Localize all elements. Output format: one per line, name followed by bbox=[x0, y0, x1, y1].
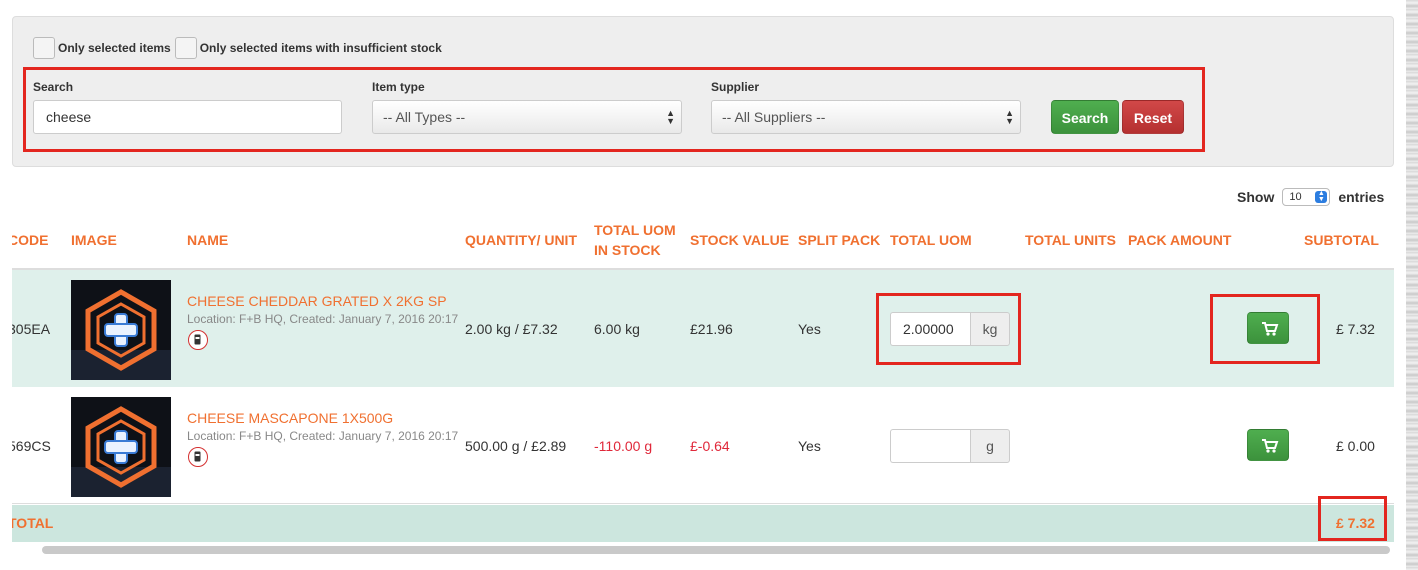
subtotal: £ 0.00 bbox=[1336, 438, 1375, 454]
item-meta: Location: F+B HQ, Created: January 7, 20… bbox=[187, 312, 459, 326]
stock-value: £-0.64 bbox=[690, 438, 730, 454]
stock-value: £21.96 bbox=[690, 321, 733, 337]
add-to-cart-button[interactable] bbox=[1247, 312, 1289, 344]
table-row: 305EA CHEESE CHEDDAR GRATED X 2KG SP Loc… bbox=[12, 270, 1394, 387]
column-pack-amount[interactable]: PACK AMOUNT bbox=[1128, 230, 1231, 250]
supplier-value: -- All Suppliers -- bbox=[722, 109, 826, 125]
total-uom-in-stock: 6.00 kg bbox=[594, 321, 640, 337]
column-total-units[interactable]: TOTAL UNITS bbox=[1025, 230, 1116, 250]
entries-select[interactable]: 10 ▲ ▼ bbox=[1282, 188, 1331, 206]
item-thumbnail[interactable] bbox=[71, 280, 171, 380]
item-thumbnail[interactable] bbox=[71, 397, 171, 497]
column-total-uom[interactable]: TOTAL UOM bbox=[890, 230, 972, 250]
total-uom-input-group: g bbox=[890, 429, 1010, 463]
quantity-unit: 2.00 kg / £7.32 bbox=[465, 321, 558, 337]
item-meta: Location: F+B HQ, Created: January 7, 20… bbox=[187, 429, 459, 443]
search-input[interactable]: cheese bbox=[33, 100, 342, 134]
item-type-value: -- All Types -- bbox=[383, 109, 466, 125]
window-edge bbox=[1406, 0, 1418, 570]
subtotal: £ 7.32 bbox=[1336, 321, 1375, 337]
total-uom-input-group: 2.00000 kg bbox=[890, 312, 1010, 346]
horizontal-scrollbar[interactable] bbox=[42, 546, 1390, 554]
reset-button[interactable]: Reset bbox=[1122, 100, 1184, 134]
filter-panel: Only selected items Only selected items … bbox=[12, 16, 1394, 167]
column-split-pack[interactable]: SPLIT PACK bbox=[798, 230, 880, 250]
column-name[interactable]: NAME bbox=[187, 230, 228, 250]
total-label: TOTAL bbox=[12, 515, 54, 531]
item-status-icon[interactable] bbox=[188, 447, 208, 467]
item-name-link[interactable]: CHEESE CHEDDAR GRATED X 2KG SP bbox=[187, 293, 447, 309]
only-selected-checkbox[interactable] bbox=[33, 37, 55, 59]
column-stock-value[interactable]: STOCK VALUE bbox=[690, 230, 789, 250]
up-down-arrows-icon: ▲ ▼ bbox=[1315, 190, 1328, 203]
supplier-select[interactable]: -- All Suppliers -- ▲ ▼ bbox=[711, 100, 1021, 134]
search-button[interactable]: Search bbox=[1051, 100, 1119, 134]
items-table: CODE IMAGE NAME QUANTITY/ UNIT TOTAL UOM… bbox=[12, 218, 1394, 542]
item-name-link[interactable]: CHEESE MASCAPONE 1X500G bbox=[187, 410, 393, 426]
up-down-arrows-icon: ▲ ▼ bbox=[1005, 108, 1014, 126]
column-quantity-unit[interactable]: QUANTITY/ UNIT bbox=[465, 230, 577, 250]
add-to-cart-button[interactable] bbox=[1247, 429, 1289, 461]
total-value: £ 7.32 bbox=[1336, 515, 1375, 531]
column-total-uom-in-stock-line1: TOTAL UOM bbox=[594, 222, 676, 238]
only-selected-label: Only selected items bbox=[58, 41, 171, 55]
entries-label: entries bbox=[1338, 189, 1385, 205]
item-type-select[interactable]: -- All Types -- ▲ ▼ bbox=[372, 100, 682, 134]
uom-unit-addon: kg bbox=[970, 312, 1010, 346]
total-uom-input[interactable] bbox=[890, 429, 970, 463]
total-uom-in-stock: -110.00 g bbox=[594, 438, 653, 454]
only-insufficient-checkbox[interactable] bbox=[174, 37, 197, 59]
item-code: 569CS bbox=[12, 438, 51, 454]
quantity-unit: 500.00 g / £2.89 bbox=[465, 438, 567, 454]
up-down-arrows-icon: ▲ ▼ bbox=[666, 108, 675, 126]
split-pack: Yes bbox=[798, 438, 821, 454]
only-insufficient-label: Only selected items with insufficient st… bbox=[199, 41, 442, 55]
split-pack: Yes bbox=[798, 321, 821, 337]
shopping-cart-icon bbox=[1262, 322, 1279, 336]
search-label: Search bbox=[33, 80, 74, 94]
show-label: Show bbox=[1237, 189, 1275, 205]
item-code: 305EA bbox=[12, 321, 51, 337]
entries-value: 10 bbox=[1289, 191, 1302, 203]
column-subtotal[interactable]: SUBTOTAL bbox=[1304, 230, 1379, 250]
shopping-cart-icon bbox=[1262, 439, 1279, 453]
show-entries-control: Show 10 ▲ ▼ entries bbox=[1237, 188, 1384, 206]
supplier-label: Supplier bbox=[711, 80, 760, 94]
item-status-icon[interactable] bbox=[188, 330, 208, 350]
column-image[interactable]: IMAGE bbox=[71, 230, 117, 250]
filter-fields-highlight: Search cheese Item type -- All Types -- … bbox=[23, 67, 1205, 152]
product-logo-icon bbox=[71, 280, 171, 380]
item-type-label: Item type bbox=[372, 80, 425, 94]
column-total-uom-in-stock-line2: IN STOCK bbox=[594, 242, 661, 258]
total-row: TOTAL £ 7.32 bbox=[12, 505, 1394, 542]
total-uom-input[interactable]: 2.00000 bbox=[890, 312, 970, 346]
column-total-uom-in-stock[interactable]: TOTAL UOM IN STOCK bbox=[594, 220, 676, 260]
column-code[interactable]: CODE bbox=[12, 230, 48, 250]
checkbox-row: Only selected items Only selected items … bbox=[33, 37, 446, 59]
uom-unit-addon: g bbox=[970, 429, 1010, 463]
table-row: 569CS CHEESE MASCAPONE 1X500G Location: … bbox=[12, 387, 1394, 504]
product-logo-icon bbox=[71, 397, 171, 497]
